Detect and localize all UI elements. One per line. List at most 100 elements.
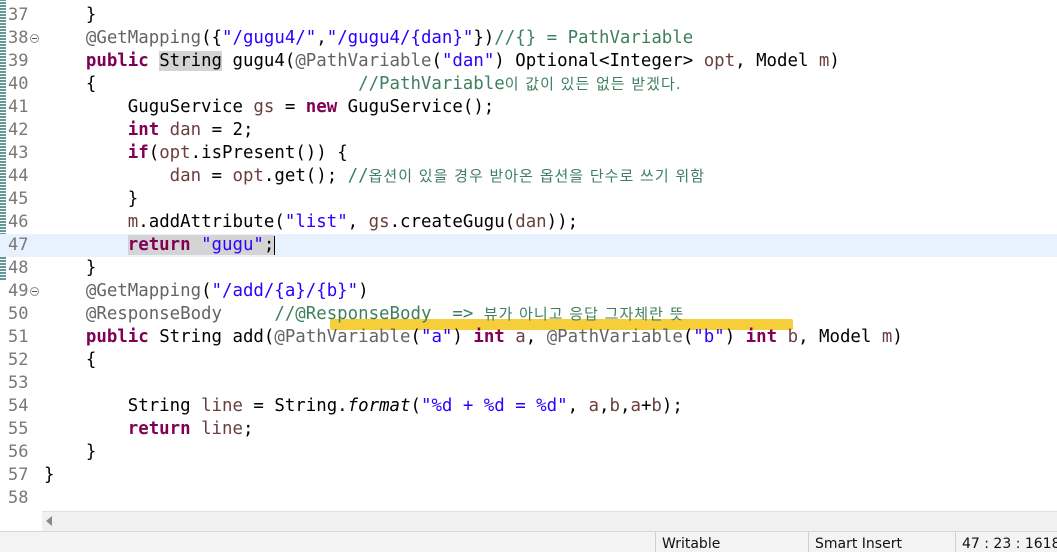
- code-text[interactable]: public String gugu4(@PathVariable("dan")…: [44, 50, 840, 73]
- code-line-45[interactable]: 45 }: [0, 188, 1057, 211]
- code-line-50[interactable]: 50 @ResponseBody //@ResponseBody => 뷰가 아…: [0, 303, 1057, 326]
- code-token: public: [85, 51, 149, 71]
- code-token: ,: [525, 327, 547, 347]
- code-token: "list": [284, 212, 348, 232]
- code-token: //PathVariable: [358, 74, 505, 94]
- code-text[interactable]: m.addAttribute("list", gs.createGugu(dan…: [44, 211, 578, 234]
- line-number: 47: [8, 235, 29, 255]
- code-token: int: [127, 120, 160, 140]
- code-line-44[interactable]: 44 dan = opt.get(); //옵션이 있을 경우 받아온 옵션을 …: [0, 165, 1057, 188]
- code-line-48[interactable]: 48 }: [0, 257, 1057, 280]
- code-text[interactable]: @GetMapping({"/gugu4/","/gugu4/{dan}"})/…: [44, 27, 693, 50]
- code-line-57[interactable]: 57}: [0, 464, 1057, 487]
- code-token: @PathVariable: [546, 327, 683, 347]
- line-number: 48: [8, 258, 29, 278]
- code-text[interactable]: return line;: [44, 418, 254, 441]
- code-line-58[interactable]: 58: [0, 487, 1057, 510]
- code-text[interactable]: @ResponseBody //@ResponseBody => 뷰가 아니고 …: [44, 303, 684, 326]
- code-token: ): [829, 51, 840, 71]
- code-line-41[interactable]: 41 GuguService gs = new GuguService();: [0, 96, 1057, 119]
- code-line-53[interactable]: 53: [0, 372, 1057, 395]
- fold-toggle-icon[interactable]: [30, 34, 39, 43]
- code-token: ;: [263, 235, 275, 255]
- code-text[interactable]: GuguService gs = new GuguService();: [44, 96, 495, 119]
- code-token: ): [892, 327, 903, 347]
- code-token: (: [410, 396, 421, 416]
- code-line-38[interactable]: 38 @GetMapping({"/gugu4/","/gugu4/{dan}"…: [0, 27, 1057, 50]
- horizontal-scrollbar[interactable]: [42, 511, 1057, 532]
- code-token: ): [724, 327, 746, 347]
- code-token: m: [881, 327, 893, 347]
- code-text[interactable]: return "gugu";: [44, 234, 276, 257]
- fold-toggle-icon[interactable]: [30, 287, 39, 296]
- code-line-39[interactable]: 39 public String gugu4(@PathVariable("da…: [0, 50, 1057, 73]
- code-text[interactable]: }: [44, 188, 138, 211]
- code-token: line: [201, 419, 243, 439]
- code-token: if: [127, 143, 149, 163]
- code-token: "b": [693, 327, 725, 347]
- code-token: opt: [703, 51, 736, 71]
- code-text[interactable]: { //PathVariable이 값이 있든 없든 받겠다.: [44, 73, 682, 96]
- code-line-37[interactable]: 37 }: [0, 4, 1057, 27]
- line-number: 42: [8, 120, 29, 140]
- code-text[interactable]: @GetMapping("/add/{a}/{b}"): [44, 280, 369, 303]
- code-line-52[interactable]: 52 {: [0, 349, 1057, 372]
- code-line-46[interactable]: 46 m.addAttribute("list", gs.createGugu(…: [0, 211, 1057, 234]
- code-text[interactable]: }: [44, 441, 96, 464]
- code-text[interactable]: }: [44, 257, 96, 280]
- line-number: 55: [8, 419, 29, 439]
- code-token: ({: [201, 28, 223, 48]
- code-line-55[interactable]: 55 return line;: [0, 418, 1057, 441]
- code-text[interactable]: {: [44, 349, 96, 372]
- code-line-42[interactable]: 42 int dan = 2;: [0, 119, 1057, 142]
- code-line-43[interactable]: 43 if(opt.isPresent()) {: [0, 142, 1057, 165]
- line-number: 41: [8, 97, 29, 117]
- code-line-40[interactable]: 40 { //PathVariable이 값이 있든 없든 받겠다.: [0, 73, 1057, 96]
- line-number: 40: [8, 74, 29, 94]
- code-text[interactable]: public String add(@PathVariable("a") int…: [44, 326, 903, 349]
- code-token: "%d + %d = %d": [420, 396, 568, 416]
- code-token: , Model: [735, 51, 819, 71]
- code-text[interactable]: if(opt.isPresent()) {: [44, 142, 348, 165]
- code-token: (: [148, 143, 160, 163]
- code-token: ,: [619, 396, 631, 416]
- code-line-54[interactable]: 54 String line = String.format("%d + %d …: [0, 395, 1057, 418]
- code-token: "/gugu4/{dan}": [326, 28, 474, 48]
- code-line-49[interactable]: 49 @GetMapping("/add/{a}/{b}"): [0, 280, 1057, 303]
- code-token: m: [818, 51, 830, 71]
- code-token: ): [358, 281, 369, 301]
- code-text[interactable]: }: [44, 464, 54, 487]
- code-token: }: [44, 465, 55, 485]
- writable-status: Writable: [655, 532, 804, 552]
- code-token: (: [201, 281, 212, 301]
- line-number: 45: [8, 189, 29, 209]
- code-text[interactable]: }: [44, 4, 96, 27]
- code-token: (: [410, 327, 421, 347]
- code-text[interactable]: int dan = 2;: [44, 119, 254, 142]
- line-number: 52: [8, 350, 29, 370]
- line-number: 51: [8, 327, 29, 347]
- code-line-51[interactable]: 51 public String add(@PathVariable("a") …: [0, 326, 1057, 349]
- code-text[interactable]: dan = opt.get(); //옵션이 있을 경우 받아온 옵션을 단수로…: [44, 165, 705, 188]
- code-line-47[interactable]: 47 return "gugu";: [0, 234, 1057, 257]
- code-editor[interactable]: 37 } 38 @GetMapping({"/gugu4/","/gugu4/{d…: [0, 0, 1057, 510]
- line-number: 43: [8, 143, 29, 163]
- code-token: @PathVariable: [274, 327, 411, 347]
- code-text[interactable]: String line = String.format("%d + %d = %…: [44, 395, 683, 418]
- scroll-left-icon[interactable]: [46, 516, 52, 526]
- code-token: ,: [599, 396, 610, 416]
- code-token: }: [44, 5, 97, 25]
- code-token: ,: [347, 212, 369, 232]
- code-token: (: [682, 327, 694, 347]
- code-token: .createGugu(: [389, 212, 516, 232]
- line-number: 53: [8, 373, 29, 393]
- code-token: m: [127, 212, 139, 232]
- code-line-56[interactable]: 56 }: [0, 441, 1057, 464]
- line-number: 54: [8, 396, 29, 416]
- code-token: 뷰가 아니고 응답 그자체란 뜻: [483, 305, 685, 323]
- text-caret: [274, 235, 276, 255]
- code-token: String: [159, 51, 223, 71]
